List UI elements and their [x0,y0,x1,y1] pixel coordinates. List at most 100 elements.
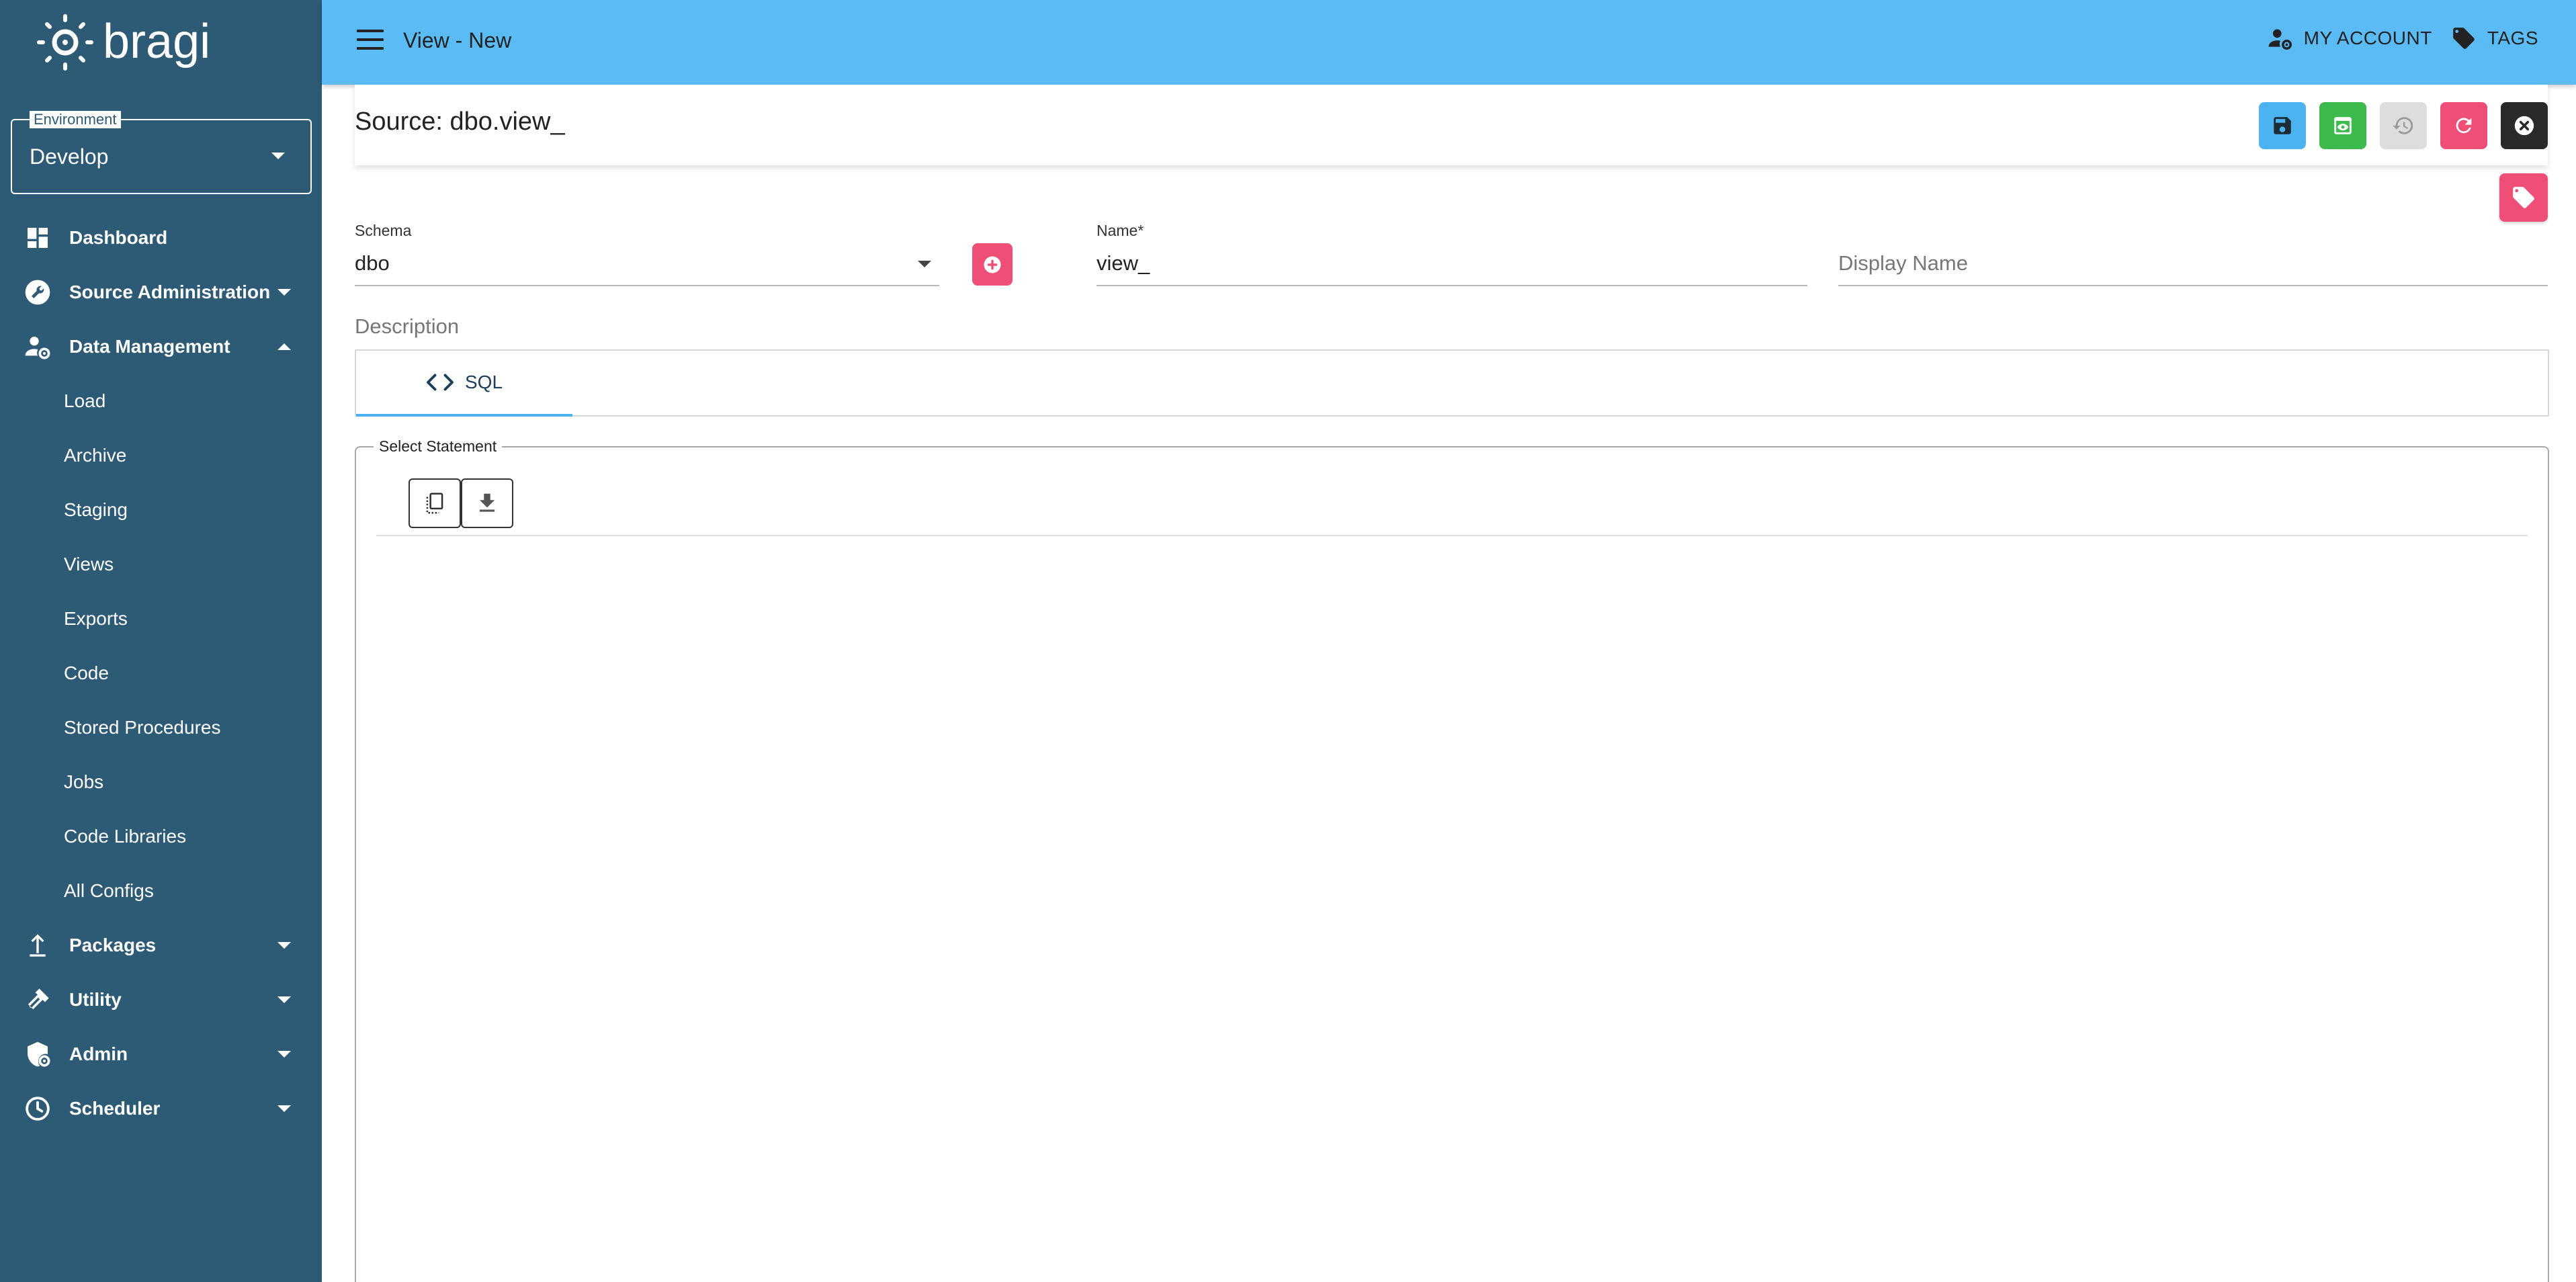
sidebar-item-all-configs[interactable]: All Configs [0,863,322,918]
tab-sql[interactable]: SQL [356,351,572,417]
sidebar-item-label: Scheduler [69,1097,161,1119]
close-button[interactable] [2501,102,2548,149]
clock-icon [24,1095,51,1122]
sidebar-item-dashboard[interactable]: Dashboard [0,210,322,265]
display-name-input[interactable] [1838,251,2548,286]
hammer-icon [24,986,51,1013]
history-icon [2393,117,2413,134]
select-statement-legend: Select Statement [374,437,503,456]
sidebar-item-label: Admin [69,1043,128,1064]
name-input[interactable] [1097,251,1807,286]
dashboard-icon [24,224,51,251]
sidebar-item-code-libraries[interactable]: Code Libraries [0,809,322,863]
sidebar-item-admin[interactable]: Admin [0,1027,322,1081]
description-input[interactable] [355,314,2548,339]
sidebar-item-label: Utility [69,988,122,1010]
schema-input[interactable] [355,251,939,286]
sidebar-nav: Dashboard Source Administration Data Man… [0,210,322,1136]
my-account-label: MY ACCOUNT [2303,28,2432,48]
hamburger-menu-icon[interactable] [357,30,384,54]
sidebar-item-stored-procedures[interactable]: Stored Procedures [0,700,322,755]
refresh-icon [2456,118,2472,134]
environment-select[interactable]: Environment Develop [11,111,312,194]
sidebar-item-views[interactable]: Views [0,537,322,591]
sidebar-item-label: Archive [64,444,127,466]
bragi-logo[interactable]: bragi [30,12,232,86]
preview-icon [2334,117,2352,134]
sidebar-item-utility[interactable]: Utility [0,972,322,1027]
sidebar-item-label: Dashboard [69,226,168,248]
my-account-button[interactable]: MY ACCOUNT [2268,26,2432,51]
chevron-down-icon [277,1050,291,1058]
user-gear-icon [24,333,51,360]
sidebar-item-source-administration[interactable]: Source Administration [0,265,322,319]
add-tag-button[interactable] [2499,173,2548,222]
chevron-down-icon [277,996,291,1003]
description-field[interactable] [355,314,2548,339]
tab-bar: SQL [355,349,2549,417]
editor-toolbar [409,478,513,528]
bragi-logo-mark: bragi [37,14,210,71]
schema-label: Schema [355,222,412,239]
tags-button[interactable]: TAGS [2451,26,2538,51]
download-icon [479,493,495,512]
refresh-button[interactable] [2440,102,2487,149]
tags-label: TAGS [2487,28,2538,48]
tag-icon [2453,28,2475,49]
sidebar-item-label: Code Libraries [64,825,187,847]
sidebar-item-label: All Configs [64,880,154,901]
sidebar-item-load[interactable]: Load [0,374,322,428]
save-button[interactable] [2259,102,2306,149]
sidebar-item-exports[interactable]: Exports [0,591,322,646]
chevron-down-icon [918,261,931,267]
environment-value: Develop [30,144,109,169]
top-app-bar: View - New MY ACCOUNT TAGS [322,0,2576,85]
editor-divider [376,535,2528,536]
sidebar-item-packages[interactable]: Packages [0,918,322,972]
download-button[interactable] [461,478,513,528]
preview-button[interactable] [2319,102,2366,149]
sidebar-item-scheduler[interactable]: Scheduler [0,1081,322,1136]
sql-editor[interactable] [376,542,2528,1281]
sidebar-item-label: Source Administration [69,281,271,302]
sidebar-item-label: Stored Procedures [64,716,221,738]
environment-label: Environment [30,111,121,128]
chevron-down-icon [271,153,285,159]
sidebar-item-jobs[interactable]: Jobs [0,755,322,809]
sidebar-item-label: Jobs [64,771,104,792]
code-icon [427,374,454,391]
account-settings-icon [2268,29,2292,50]
upload-icon [24,932,51,959]
sidebar-item-label: Load [64,390,106,411]
save-icon [2274,117,2291,134]
plus-circle-icon [984,256,1001,273]
sidebar: bragi Environment Develop Dashboard Sour… [0,0,322,1282]
top-actions: MY ACCOUNT TAGS [2268,26,2538,51]
action-buttons [2259,102,2548,149]
copy-button[interactable] [409,478,461,528]
source-title: Source: dbo.view_ [355,108,565,136]
sidebar-item-label: Exports [64,607,128,629]
sidebar-item-label: Code [64,662,109,683]
select-statement-panel: Select Statement [355,437,2549,1282]
svg-text:bragi: bragi [103,15,210,69]
chevron-down-icon [277,288,291,296]
sidebar-item-label: Staging [64,499,128,520]
sidebar-item-code[interactable]: Code [0,646,322,700]
display-name-field[interactable] [1838,222,2548,286]
tag-icon [2513,187,2534,208]
sidebar-item-data-management[interactable]: Data Management [0,319,322,374]
wrench-icon [24,279,51,306]
sidebar-item-label: Views [64,553,114,574]
copy-icon [426,493,443,514]
history-button[interactable] [2380,102,2427,149]
chevron-down-icon [277,941,291,949]
add-schema-button[interactable] [972,243,1013,286]
name-label: Name* [1097,222,1144,239]
close-icon [2514,116,2534,136]
name-field[interactable]: Name* [1097,222,1807,286]
schema-select[interactable]: Schema [355,222,939,286]
sidebar-item-archive[interactable]: Archive [0,428,322,482]
source-header: Source: dbo.view_ [355,85,2548,165]
sidebar-item-staging[interactable]: Staging [0,482,322,537]
